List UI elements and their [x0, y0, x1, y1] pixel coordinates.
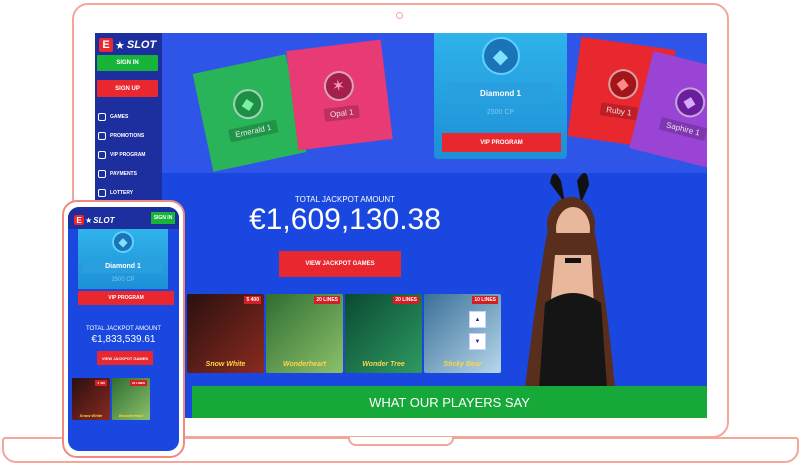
game-tile[interactable]: 20 LINES Wonder Tree [345, 294, 422, 373]
carousel-prev-button[interactable]: ▲ [469, 311, 486, 328]
game-title: Snow White [79, 413, 103, 418]
phone-screen: E ★ SLOT SIGN IN ◆ Diamond 1 2500 CP VIP… [68, 207, 179, 451]
sidebar-item-label: GAMES [110, 113, 129, 120]
game-tile[interactable]: 20 LINES Wonderheart [266, 294, 343, 373]
game-title: Sticky Bear [443, 361, 482, 368]
vip-program-button[interactable]: VIP PROGRAM [78, 291, 174, 305]
view-jackpot-games-button[interactable]: VIEW JACKPOT GAMES [97, 351, 153, 365]
tier-name: Opal 1 [323, 104, 361, 122]
tier-name: Diamond 1 [83, 259, 163, 273]
jackpot-amount: €1,609,130.38 [249, 203, 441, 236]
sidebar-item-label: LOTTERY [110, 189, 134, 196]
sign-up-button[interactable]: SIGN UP [97, 80, 158, 97]
sidebar-item-promotions[interactable]: PROMOTIONS [98, 126, 145, 145]
game-badge: 20 LINES [393, 296, 419, 304]
game-tiles: 5 400 Snow White 20 LINES Wonderheart 20… [187, 294, 501, 373]
view-jackpot-games-button[interactable]: VIEW JACKPOT GAMES [279, 251, 401, 277]
sidebar-item-payments[interactable]: PAYMENTS [98, 164, 145, 183]
diamond-gem-icon: ◆ [112, 231, 134, 253]
jackpot-amount: €1,833,539.61 [91, 334, 156, 345]
site-logo[interactable]: E ★ SLOT [74, 211, 115, 229]
players-say-banner: WHAT OUR PLAYERS SAY [192, 386, 707, 418]
tier-card-opal[interactable]: ✶ Opal 1 [286, 39, 393, 151]
logo-text: SLOT [126, 39, 157, 51]
sidebar-nav: GAMES PROMOTIONS VIP PROGRAM PAYMENTS LO… [98, 107, 145, 202]
tier-name: Ruby 1 [599, 101, 639, 120]
game-badge: 20 LINES [314, 296, 340, 304]
card-icon [98, 169, 106, 178]
sidebar-item-label: VIP PROGRAM [110, 151, 146, 158]
phone-header: E ★ SLOT SIGN IN [68, 207, 179, 229]
logo-text: SLOT [93, 215, 115, 225]
device-mockup: E ★ SLOT SIGN IN SIGN UP GAMES PROMOTION… [0, 0, 802, 466]
game-tile[interactable]: 20 LINES Wonderheart [112, 378, 150, 420]
tier-name: Diamond 1 [448, 83, 553, 103]
sign-in-button[interactable]: SIGN IN [151, 212, 175, 224]
tier-card-diamond[interactable]: ◆ Diamond 1 2500 CP [78, 229, 168, 289]
sidebar-item-games[interactable]: GAMES [98, 107, 145, 126]
star-icon: ★ [115, 39, 125, 52]
game-tile[interactable]: 10 LINES Sticky Bear [424, 294, 501, 373]
game-tile[interactable]: 5 400 Snow White [187, 294, 264, 373]
camera-icon [396, 12, 403, 19]
tier-name: Emerald 1 [228, 119, 279, 143]
opal-gem-icon: ✶ [321, 68, 356, 103]
sidebar-item-vip-program[interactable]: VIP PROGRAM [98, 145, 145, 164]
laptop-notch [348, 437, 454, 446]
game-title: Wonderheart [118, 413, 144, 418]
emerald-gem-icon: ◆ [229, 85, 266, 122]
sign-in-button[interactable]: SIGN IN [97, 55, 158, 71]
sidebar-item-label: PROMOTIONS [110, 132, 145, 139]
laptop-screen: E ★ SLOT SIGN IN SIGN UP GAMES PROMOTION… [95, 33, 707, 418]
game-title: Wonder Tree [362, 361, 405, 368]
game-tile[interactable]: 5 400 Snow White [72, 378, 110, 420]
game-tiles: 5 400 Snow White 20 LINES Wonderheart [72, 378, 150, 420]
games-icon [98, 112, 106, 121]
vip-tiers-carousel: ◆ Emerald 1 ✶ Opal 1 ◆ Ruby 1 ◆ Saphire … [162, 33, 707, 173]
game-badge: 5 400 [244, 296, 261, 304]
ticket-icon [98, 188, 106, 197]
gift-icon [98, 131, 106, 140]
diamond-icon [98, 150, 106, 159]
hostess-illustration [525, 172, 615, 388]
site-logo[interactable]: E ★ SLOT [99, 36, 156, 54]
jackpot-label: TOTAL JACKPOT AMOUNT [85, 326, 162, 332]
game-title: Snow White [205, 361, 246, 368]
phone-frame: E ★ SLOT SIGN IN ◆ Diamond 1 2500 CP VIP… [62, 200, 185, 458]
ruby-gem-icon: ◆ [605, 66, 640, 101]
star-icon: ★ [85, 215, 93, 225]
tier-name: Saphire 1 [659, 116, 707, 141]
logo-mark: E [74, 215, 84, 225]
carousel-next-button[interactable]: ▼ [469, 333, 486, 350]
vip-program-button[interactable]: VIP PROGRAM [442, 133, 561, 152]
saphire-gem-icon: ◆ [671, 83, 707, 120]
diamond-gem-icon: ◆ [481, 37, 520, 75]
game-title: Wonderheart [282, 361, 327, 368]
game-badge: 20 LINES [129, 380, 147, 386]
tier-points: 2500 CP [486, 109, 515, 116]
sidebar-item-label: PAYMENTS [110, 170, 137, 177]
game-badge: 5 400 [95, 380, 107, 386]
logo-mark: E [99, 38, 113, 52]
tier-points: 2500 CP [111, 277, 135, 283]
